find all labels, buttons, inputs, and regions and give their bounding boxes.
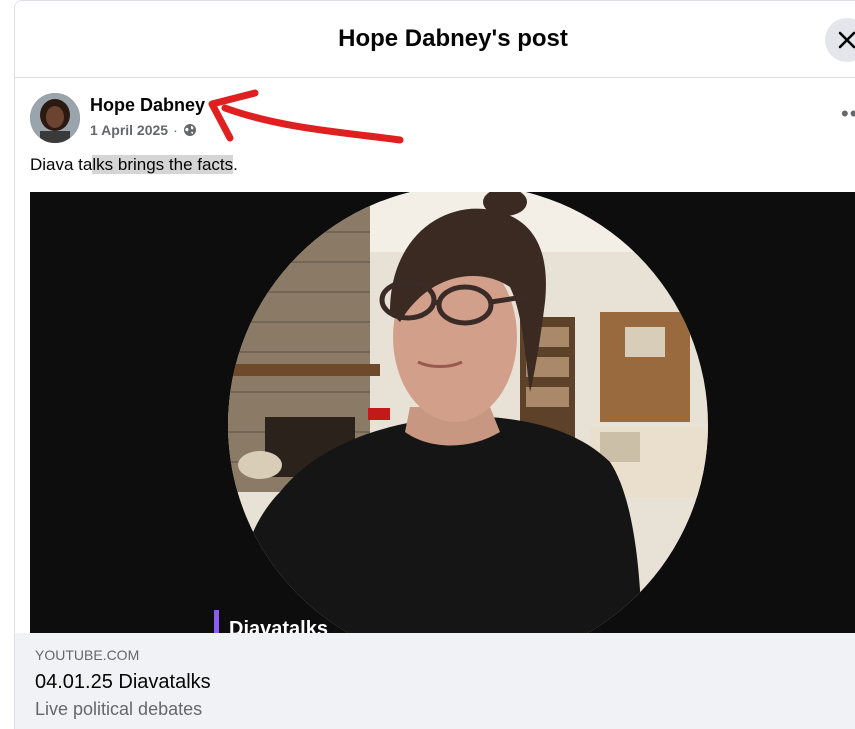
post-meta: 1 April 2025 · [90,122,197,138]
link-title[interactable]: 04.01.25 Diavatalks [35,671,211,694]
author-avatar[interactable] [30,93,80,143]
video-frame-image: Diavatalks [30,192,855,633]
link-description: Live political debates [35,699,203,719]
video-thumbnail[interactable]: Diavatalks [30,192,855,633]
close-icon [838,31,855,49]
dialog-header: Hope Dabney's post [15,1,855,78]
link-preview-card[interactable]: YOUTUBE.COM 04.01.25 Diavatalks Live pol… [15,633,855,729]
post-text-part1: Diava ta [30,155,93,174]
meta-separator: · [173,122,178,138]
post-text: Diava talks brings the facts. [30,155,238,175]
post-text-part2: . [233,155,238,174]
post-text-highlight: lks brings the facts [92,155,234,174]
video-caption: Diavatalks [229,618,328,633]
more-options-button[interactable]: ••• [841,101,855,127]
author-name[interactable]: Hope Dabney [90,95,205,116]
close-button[interactable] [825,18,855,62]
dialog-title: Hope Dabney's post [338,25,568,52]
post-date[interactable]: 1 April 2025 [90,122,168,138]
globe-icon[interactable] [183,123,197,137]
link-domain: YOUTUBE.COM [35,647,140,663]
ellipsis-icon: ••• [841,101,855,126]
post-dialog: Hope Dabney's post Hope Dabney 1 April 2… [14,0,855,729]
